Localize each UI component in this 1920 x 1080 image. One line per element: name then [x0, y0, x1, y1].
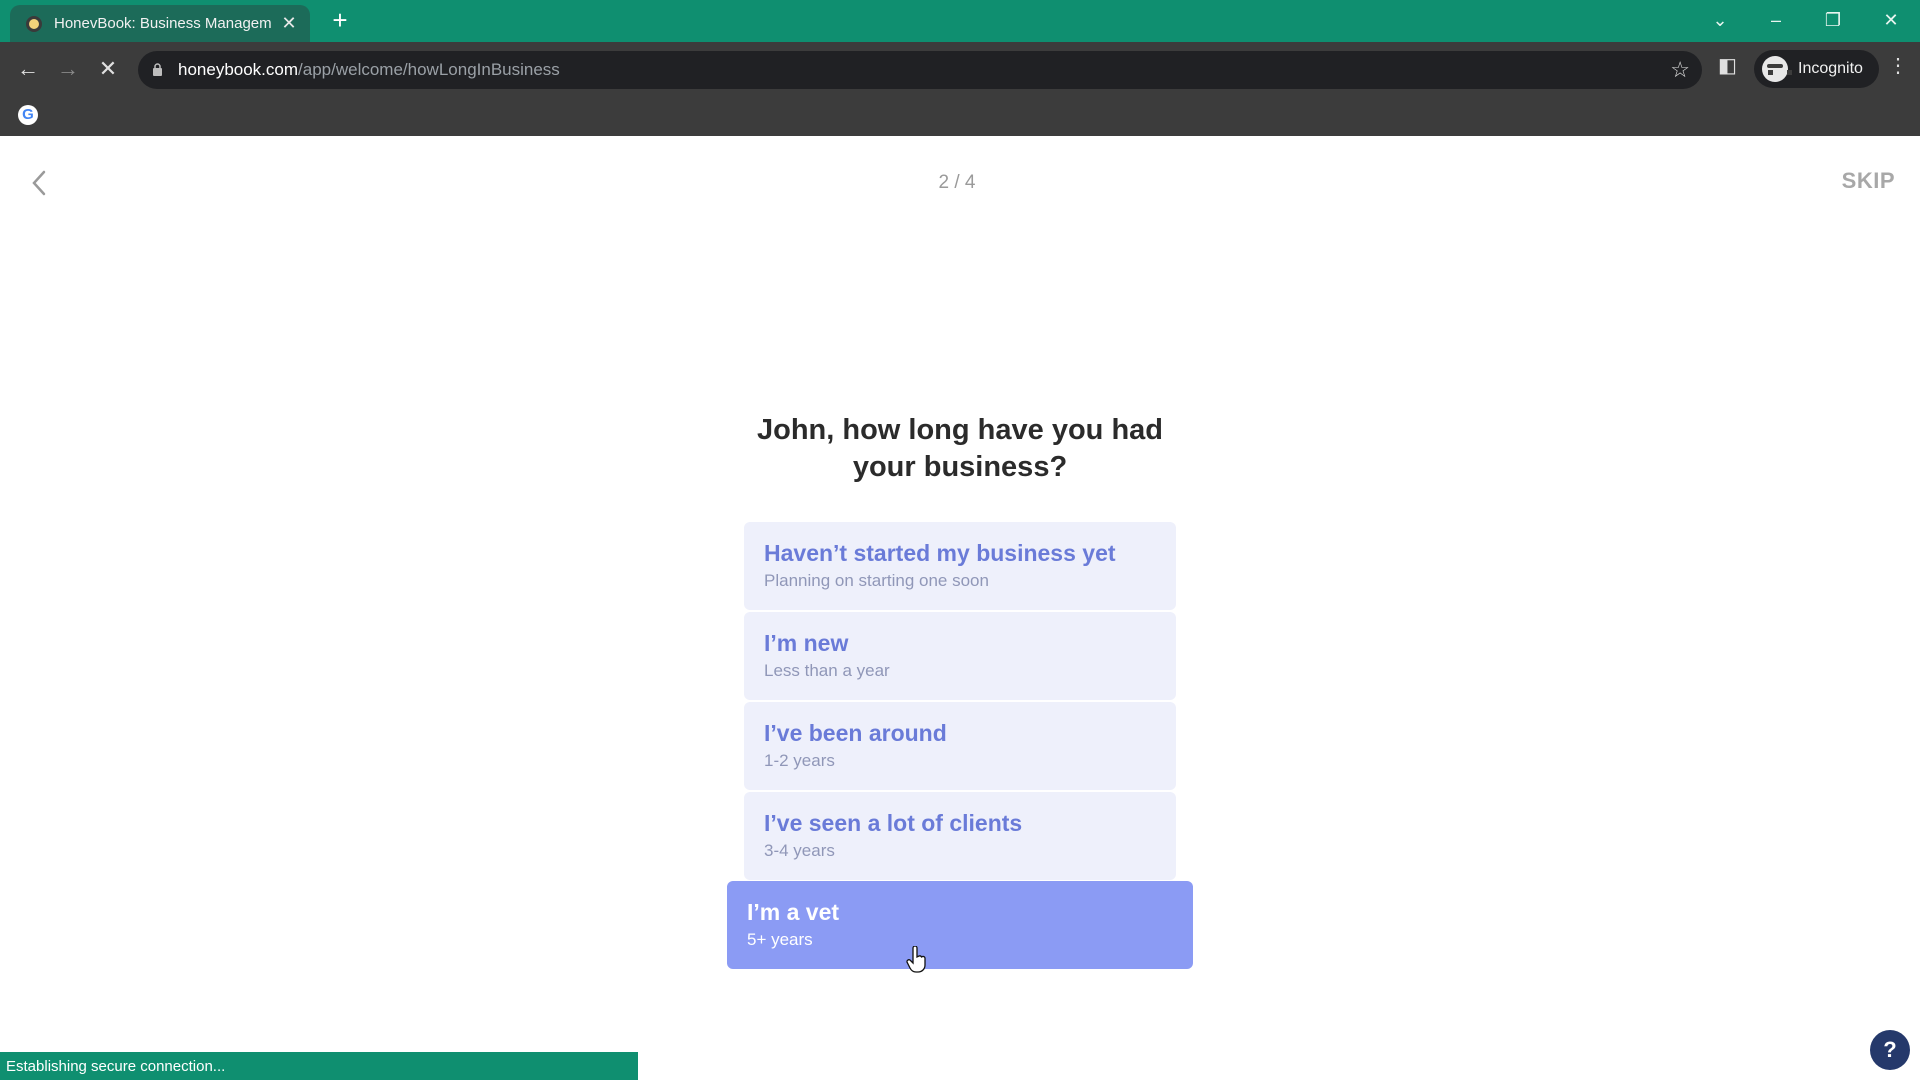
tab-search-icon[interactable]: ⌄ [1700, 6, 1740, 34]
hand-cursor-icon [906, 946, 926, 973]
option-subtitle: 1-2 years [764, 751, 835, 770]
browser-toolbar: ← → ✕ honeybook.com/app/welcome/howLongI… [0, 42, 1920, 96]
url-text: honeybook.com/app/welcome/howLongInBusin… [178, 60, 560, 80]
lock-icon [153, 63, 162, 76]
option-lot-of-clients[interactable]: I’ve seen a lot of clients 3-4 years [744, 792, 1176, 880]
option-subtitle: Less than a year [764, 661, 890, 680]
stop-loading-icon[interactable]: ✕ [92, 53, 124, 85]
restore-icon[interactable]: ❐ [1813, 6, 1853, 34]
url-host: honeybook.com [178, 60, 299, 79]
option-not-started[interactable]: Haven’t started my business yet Planning… [744, 522, 1176, 610]
forward-icon[interactable]: → [52, 53, 84, 85]
help-button[interactable]: ? [1870, 1030, 1910, 1070]
option-title: I’ve been around [764, 720, 947, 746]
option-subtitle: 3-4 years [764, 841, 835, 860]
skip-button[interactable]: SKIP [1842, 168, 1895, 194]
back-icon[interactable]: ← [12, 53, 44, 85]
question-heading: John, how long have you had your busines… [756, 414, 1163, 483]
minimize-icon[interactable]: – [1756, 6, 1796, 34]
tab-title: HonevBook: Business Managem [54, 15, 272, 32]
browser-menu-icon[interactable]: ⋮ [1888, 53, 1908, 78]
browser-tab-bar: HonevBook: Business Managem ✕ + ⌄ – ❐ ✕ [0, 0, 1920, 42]
onboarding-page: 2 / 4 SKIP John, how long have you had y… [0, 136, 1920, 1080]
close-window-icon[interactable]: ✕ [1871, 6, 1911, 34]
option-subtitle: Planning on starting one soon [764, 571, 989, 590]
option-title: I’m new [764, 630, 849, 656]
option-title: Haven’t started my business yet [764, 540, 1116, 566]
bookmark-star-icon[interactable]: ☆ [1670, 57, 1690, 83]
incognito-label: Incognito [1798, 60, 1863, 77]
google-bookmark-icon[interactable]: G [18, 105, 38, 125]
new-tab-button[interactable]: + [326, 6, 354, 34]
chevron-left-icon[interactable] [28, 168, 52, 198]
option-new[interactable]: I’m new Less than a year [744, 612, 1176, 700]
option-vet[interactable]: I’m a vet 5+ years [727, 881, 1193, 969]
browser-status-bar: Establishing secure connection... [0, 1052, 638, 1080]
option-title: I’m a vet [747, 899, 840, 925]
side-panel-icon[interactable]: ◧ [1718, 53, 1737, 78]
bookmarks-bar: G [0, 96, 1920, 136]
browser-tab[interactable]: HonevBook: Business Managem ✕ [10, 5, 310, 42]
option-been-around[interactable]: I’ve been around 1-2 years [744, 702, 1176, 790]
tab-close-icon[interactable]: ✕ [278, 13, 300, 34]
incognito-profile-button[interactable]: Incognito [1754, 50, 1879, 88]
incognito-icon [1762, 56, 1792, 82]
option-subtitle: 5+ years [747, 930, 813, 949]
honeybook-favicon-icon [26, 15, 42, 32]
option-title: I’ve seen a lot of clients [764, 810, 1023, 836]
step-progress: 2 / 4 [938, 172, 976, 193]
address-bar[interactable]: honeybook.com/app/welcome/howLongInBusin… [138, 51, 1702, 89]
url-path: /app/welcome/howLongInBusiness [298, 60, 560, 79]
